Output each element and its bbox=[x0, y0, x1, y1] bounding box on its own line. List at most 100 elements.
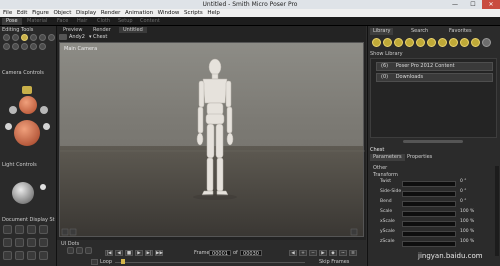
room-tab-content[interactable]: Content bbox=[136, 18, 164, 25]
parameters-scrollbar[interactable] bbox=[495, 166, 499, 256]
room-tab-pose[interactable]: Pose bbox=[2, 18, 22, 25]
figure-mannequin[interactable] bbox=[60, 43, 365, 238]
view-magnifier-icon[interactable] bbox=[21, 43, 28, 50]
first-frame-button[interactable]: |◀ bbox=[105, 250, 113, 256]
part-select[interactable]: Chest bbox=[93, 34, 107, 40]
other-group-label[interactable]: Other bbox=[373, 165, 387, 171]
display-style-smooth-lined-icon[interactable] bbox=[15, 251, 24, 260]
room-tab-material[interactable]: Material bbox=[23, 18, 51, 25]
param-value[interactable]: 100 % bbox=[460, 229, 474, 234]
transform-group-label[interactable]: Transform bbox=[373, 172, 398, 178]
param-xscale[interactable]: xScale 100 % bbox=[380, 219, 480, 227]
room-tab-hair[interactable]: Hair bbox=[73, 18, 91, 25]
figure-right-thigh[interactable] bbox=[215, 123, 224, 159]
key-next-button[interactable]: ▶ bbox=[319, 250, 327, 256]
figure-right-upper-arm[interactable] bbox=[225, 80, 232, 108]
scale-tool-icon[interactable] bbox=[30, 34, 37, 41]
tab-library[interactable]: Library bbox=[370, 28, 394, 35]
param-twist[interactable]: Twist 0 ° bbox=[380, 179, 480, 187]
stop-button[interactable]: ■ bbox=[125, 250, 133, 256]
param-slider[interactable] bbox=[402, 201, 456, 207]
param-slider[interactable] bbox=[402, 181, 456, 187]
menu-edit[interactable]: Edit bbox=[17, 9, 28, 17]
param-value[interactable]: 0 ° bbox=[460, 189, 467, 194]
param-side-side[interactable]: Side-Side 0 ° bbox=[380, 189, 480, 197]
minimize-button[interactable]: — bbox=[446, 0, 464, 9]
figure-hip[interactable] bbox=[205, 113, 225, 125]
param-value[interactable]: 100 % bbox=[460, 239, 474, 244]
taper-tool-icon[interactable] bbox=[39, 34, 46, 41]
grouping-tool-icon[interactable] bbox=[12, 43, 19, 50]
skip-frames-label[interactable]: Skip Frames bbox=[319, 259, 349, 265]
tab-properties[interactable]: Properties bbox=[404, 154, 435, 161]
library-hair-icon[interactable] bbox=[405, 38, 414, 47]
param-zscale[interactable]: zScale 100 % bbox=[380, 239, 480, 247]
light-handle-icon[interactable] bbox=[40, 184, 46, 190]
library-props-icon[interactable] bbox=[427, 38, 436, 47]
display-style-silhouette-icon[interactable] bbox=[3, 225, 12, 234]
display-style-texture-icon[interactable] bbox=[3, 251, 12, 260]
library-materials-icon[interactable] bbox=[460, 38, 469, 47]
menu-scripts[interactable]: Scripts bbox=[184, 9, 203, 17]
next-frame-button[interactable]: ▶| bbox=[145, 250, 153, 256]
show-library-label[interactable]: Show Library bbox=[370, 51, 403, 57]
param-scale[interactable]: Scale 100 % bbox=[380, 209, 480, 217]
figure-right-shin[interactable] bbox=[216, 157, 224, 192]
menu-help[interactable]: Help bbox=[207, 9, 220, 17]
morph-brush-icon[interactable] bbox=[30, 43, 37, 50]
tab-preview[interactable]: Preview bbox=[59, 27, 86, 33]
play-button[interactable]: ▶ bbox=[135, 250, 143, 256]
param-value[interactable]: 100 % bbox=[460, 209, 474, 214]
figure-right-forearm[interactable] bbox=[226, 106, 233, 134]
figure-head[interactable] bbox=[208, 58, 222, 76]
light-sphere-icon[interactable] bbox=[12, 182, 34, 204]
loop-checkbox[interactable] bbox=[91, 259, 98, 265]
room-tab-setup[interactable]: Setup bbox=[114, 18, 137, 25]
tab-favorites[interactable]: Favorites bbox=[446, 28, 475, 35]
viewport-option-icon[interactable] bbox=[61, 228, 69, 236]
frame-current-field[interactable]: 00001 bbox=[209, 250, 231, 257]
display-style-sketch-icon[interactable] bbox=[27, 251, 36, 260]
menu-figure[interactable]: Figure bbox=[32, 9, 49, 17]
tab-search[interactable]: Search bbox=[408, 28, 431, 35]
menu-object[interactable]: Object bbox=[53, 9, 71, 17]
viewport-layout-icon[interactable] bbox=[69, 228, 77, 236]
library-figures-icon[interactable] bbox=[372, 38, 381, 47]
timeline-scrubber[interactable] bbox=[121, 259, 125, 264]
param-slider[interactable] bbox=[402, 211, 456, 217]
figure-left-thigh[interactable] bbox=[206, 123, 215, 159]
ui-dot-2-icon[interactable] bbox=[76, 247, 83, 254]
display-style-preview-icon[interactable] bbox=[39, 251, 48, 260]
tab-parameters[interactable]: Parameters bbox=[370, 154, 405, 161]
param-value[interactable]: 0 ° bbox=[460, 179, 467, 184]
room-tab-cloth[interactable]: Cloth bbox=[93, 18, 114, 25]
param-slider[interactable] bbox=[402, 221, 456, 227]
move-xz-icon[interactable] bbox=[5, 123, 12, 130]
ui-dot-3-icon[interactable] bbox=[85, 247, 92, 254]
menu-render[interactable]: Render bbox=[101, 9, 121, 17]
figure-select[interactable]: Andy2 bbox=[69, 34, 85, 40]
figure-left-shin[interactable] bbox=[206, 157, 214, 192]
chevron-down-icon[interactable]: ▾ bbox=[89, 34, 92, 40]
maximize-button[interactable]: ☐ bbox=[464, 0, 482, 9]
menu-window[interactable]: Window bbox=[158, 9, 180, 17]
display-style-lit-wireframe-icon[interactable] bbox=[3, 238, 12, 247]
prev-frame-button[interactable]: ◀ bbox=[115, 250, 123, 256]
frame-total-field[interactable]: 00030 bbox=[240, 250, 262, 257]
rotate-tool-icon[interactable] bbox=[3, 34, 10, 41]
edit-keys-button[interactable]: ≡ bbox=[349, 250, 357, 256]
library-poses-icon[interactable] bbox=[383, 38, 392, 47]
viewport-resize-icon[interactable] bbox=[350, 228, 358, 236]
menu-file[interactable]: File bbox=[3, 9, 12, 17]
display-style-flat-shaded-icon[interactable] bbox=[15, 238, 24, 247]
menu-animation[interactable]: Animation bbox=[125, 9, 153, 17]
right-hand-camera-icon[interactable] bbox=[40, 106, 48, 114]
ui-dot-1-icon[interactable] bbox=[67, 247, 74, 254]
library-scenes-icon[interactable] bbox=[471, 38, 480, 47]
param-value[interactable]: 0 ° bbox=[460, 199, 467, 204]
library-row[interactable]: (6) Poser Pro 2012 Content bbox=[376, 62, 493, 71]
figure-chest[interactable] bbox=[202, 78, 228, 104]
figure-left-upper-arm[interactable] bbox=[198, 80, 205, 108]
library-cameras-icon[interactable] bbox=[449, 38, 458, 47]
close-button[interactable]: ✕ bbox=[482, 0, 500, 9]
